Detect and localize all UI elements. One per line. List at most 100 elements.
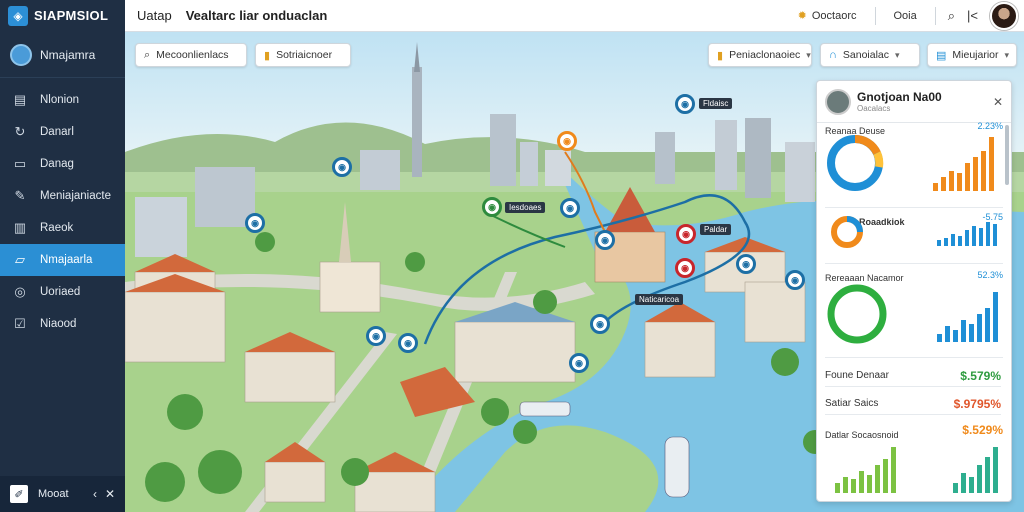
layer-dropdown[interactable]: ▮ Peniaclonaoiec ▾: [708, 43, 812, 67]
sidebar-item-label: Danarl: [40, 126, 74, 138]
section-value: $.529%: [962, 423, 1003, 437]
filter-icon: ▮: [264, 49, 271, 62]
divider: [825, 357, 1003, 358]
brand[interactable]: ◈ SIAPMSIOL: [0, 0, 125, 32]
stat-label: Foune Denaar: [825, 370, 889, 381]
map-marker-label: Fldaisc: [699, 98, 733, 109]
map-marker[interactable]: ◉: [560, 198, 580, 218]
sun-icon: ✹: [797, 10, 807, 22]
chevron-down-icon: ▾: [895, 49, 900, 60]
section-2-charts: [831, 216, 997, 248]
top-nav: Uatap Vealtarc liar onduaclan: [137, 8, 327, 23]
map-icon: ▤: [936, 49, 947, 62]
stat-row: Foune Denaar $.579%: [825, 365, 1001, 387]
sidebar-item-label: Nmajaarla: [40, 254, 93, 266]
checkbox-icon: ☑: [14, 316, 26, 331]
settings-label: Ooctaorc: [811, 9, 857, 22]
style-dropdown[interactable]: ∩ Sanoialac ▾: [820, 43, 920, 67]
section-1-charts: [827, 134, 994, 191]
panel-scrollbar[interactable]: [1005, 125, 1009, 185]
search-input[interactable]: ⌕ Mecoonlienlacs: [135, 43, 247, 67]
nav-item-2[interactable]: Vealtarc liar onduaclan: [186, 8, 328, 23]
panel-header: Gnotjoan Na00 Oacalacs ✕: [817, 81, 1011, 123]
avatar[interactable]: [990, 1, 1018, 30]
section-4-charts: [835, 447, 998, 493]
settings-control[interactable]: ✹ Ooctaorc: [792, 7, 863, 24]
panel-subtitle: Oacalacs: [857, 104, 891, 113]
nav-item-1[interactable]: Uatap: [137, 8, 172, 23]
map-marker[interactable]: ◉: [590, 314, 610, 334]
refresh-icon: ↻: [14, 124, 26, 139]
panel-section-3: Rereaaan Nacamor 52.3%: [825, 268, 1003, 346]
sidebar-header-label: Nmajamra: [40, 47, 96, 62]
chevron-down-icon: ▾: [1004, 49, 1010, 60]
map-marker[interactable]: ◉: [785, 270, 805, 290]
collapse-icon[interactable]: |<: [967, 8, 978, 23]
section-value: 2.23%: [977, 121, 1003, 131]
panel-section-4: Datlar Socaosnoid $.529%: [825, 423, 1003, 497]
sidebar-item-3[interactable]: ▭ Danag: [0, 148, 125, 180]
sidebar-item-6[interactable]: ▱ Nmajaarla: [0, 244, 125, 276]
map-marker[interactable]: ◉: [675, 94, 695, 114]
top-bar: ◈ SIAPMSIOL Uatap Vealtarc liar onduacla…: [0, 0, 1024, 32]
location-detail-panel: Gnotjoan Na00 Oacalacs ✕ Reanaa Deuse 2.…: [816, 80, 1012, 502]
map-marker[interactable]: ◉: [675, 258, 695, 278]
user-avatar: [10, 43, 32, 66]
window-icon: ▭: [13, 156, 27, 171]
sidebar-item-4[interactable]: ✎ Meniajaniacte: [0, 180, 125, 212]
brand-name: SIAPMSIOL: [34, 8, 109, 23]
globe-icon: ◎: [14, 284, 26, 299]
chevron-left-icon[interactable]: ‹: [93, 487, 97, 501]
sidebar-item-2[interactable]: ↻ Danarl: [0, 116, 125, 148]
view-dropdown[interactable]: ▤ Mieujarior ▾: [927, 43, 1017, 67]
route-icon: ∩: [829, 49, 837, 61]
stat-label: Satiar Saics: [825, 398, 879, 409]
divider: [934, 6, 936, 25]
stat-row: Satiar Saics $.9795%: [825, 393, 1001, 415]
sidebar-item-label: Raeok: [40, 222, 74, 234]
map-marker[interactable]: ◉: [676, 224, 696, 244]
map-marker[interactable]: ◉: [245, 213, 265, 233]
stat-value: $.9795%: [953, 396, 1001, 411]
panel-title: Gnotjoan Na00: [857, 90, 942, 104]
style-dropdown-label: Sanoialac: [842, 49, 890, 61]
map-marker[interactable]: ◉: [557, 131, 577, 151]
document-icon: ▤: [13, 92, 27, 107]
map-marker-label: Iesdoaes: [505, 202, 546, 213]
sidebar-item-label: Niaood: [40, 318, 77, 330]
close-icon[interactable]: ✕: [105, 487, 115, 501]
map-marker[interactable]: ◉: [595, 230, 615, 250]
map-marker[interactable]: ◉: [569, 353, 589, 373]
search-icon: ⌕: [144, 48, 151, 61]
map-marker[interactable]: ◉: [366, 326, 386, 346]
help-control[interactable]: Ooia: [888, 8, 923, 24]
folder-icon: ▱: [15, 252, 25, 267]
app-logo-icon: ◈: [8, 5, 28, 26]
divider: [825, 207, 1003, 208]
section-3-charts: [827, 284, 998, 344]
sidebar-item-8[interactable]: ☑ Niaood: [0, 308, 125, 340]
map-marker[interactable]: ◉: [398, 333, 418, 353]
sidebar-item-label: Uoriaed: [40, 286, 81, 298]
sidebar-item-1[interactable]: ▤ Nlonion: [0, 84, 125, 116]
sidebar-item-label: Meniajaniacte: [40, 190, 111, 202]
map-marker[interactable]: ◉: [482, 197, 502, 217]
layers-icon: ▮: [717, 49, 724, 62]
sidebar-item-label: Nlonion: [40, 94, 79, 106]
sidebar-item-5[interactable]: ▥ Raeok: [0, 212, 125, 244]
edit-icon: ✎: [14, 188, 26, 203]
sidebar-header[interactable]: Nmajamra: [0, 32, 125, 78]
map-marker[interactable]: ◉: [332, 157, 352, 177]
filter-button[interactable]: ▮ Sotriaicnoer: [255, 43, 351, 67]
top-right-controls: ✹ Ooctaorc Ooia ⌕ |<: [792, 1, 1024, 30]
search-icon[interactable]: ⌕: [948, 8, 955, 24]
sidebar-footer-label: Mooat: [38, 488, 69, 500]
sidebar-item-7[interactable]: ◎ Uoriaed: [0, 276, 125, 308]
app-window: ◈ SIAPMSIOL Uatap Vealtarc liar onduacla…: [0, 0, 1024, 512]
brush-icon[interactable]: ✐: [10, 485, 28, 503]
close-icon[interactable]: ✕: [993, 95, 1003, 109]
divider: [825, 263, 1003, 264]
map-marker[interactable]: ◉: [736, 254, 756, 274]
book-icon: ▥: [13, 220, 27, 235]
help-label: Ooia: [893, 9, 917, 22]
